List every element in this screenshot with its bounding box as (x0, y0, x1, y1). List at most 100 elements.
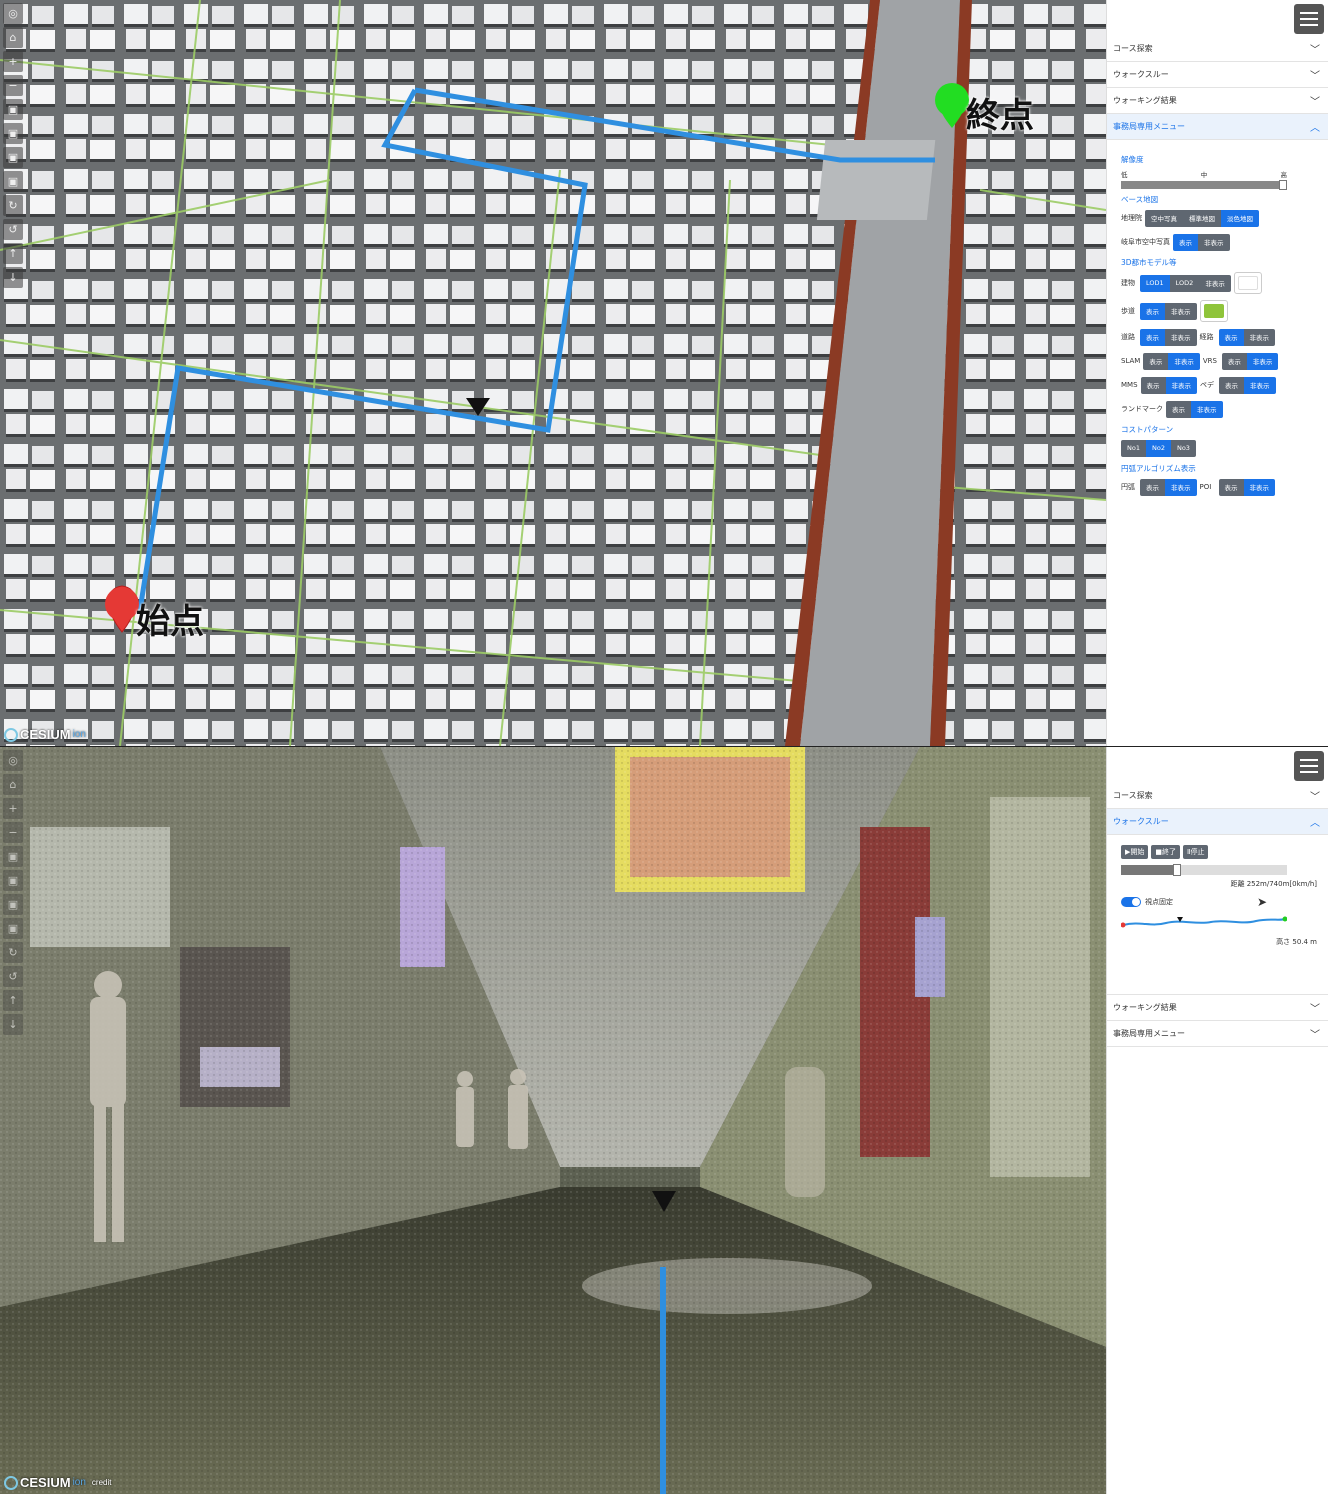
map-viewport[interactable]: 始点 終点 ◎ ⌂ + − ▣ ▣ ▣ ▣ ↻ ↺ ↑ ↓ CESIUM ion (0, 0, 1106, 746)
segment-option[interactable]: 表示 (1143, 352, 1169, 370)
home-icon[interactable]: ⌂ (3, 774, 23, 795)
walkway-color-picker[interactable] (1199, 300, 1228, 322)
accordion-walkthrough[interactable]: ウォークスルー ︿ (1107, 809, 1328, 835)
tilt-up-icon[interactable]: ↑ (3, 990, 23, 1011)
walk-pause-button[interactable]: Ⅱ停止 (1183, 845, 1209, 859)
segment-option[interactable]: 表示 (1140, 302, 1165, 320)
layer-icon[interactable]: ▣ (3, 147, 23, 168)
resolution-high: 高 (1280, 171, 1288, 179)
slider-handle[interactable] (1279, 180, 1287, 190)
walk-start-button[interactable]: ▶開始 (1121, 845, 1149, 859)
segment-option[interactable]: No1 (1121, 439, 1146, 457)
accordion-admin-menu[interactable]: 事務局専用メニュー ﹀ (1107, 1021, 1328, 1047)
gifu-photo-label: 岐阜市空中写真 (1121, 238, 1170, 246)
vrs-toggle[interactable]: 表示 非表示 (1221, 352, 1279, 370)
pointcloud-scene[interactable] (0, 747, 1106, 1494)
segment-option[interactable]: 表示 (1140, 478, 1165, 496)
segment-option[interactable]: 表示 (1221, 352, 1247, 370)
accordion-admin-menu[interactable]: 事務局専用メニュー ︿ (1107, 114, 1328, 140)
layer-icon[interactable]: ▣ (3, 171, 23, 192)
segment-option[interactable]: 表示 (1166, 400, 1191, 418)
progress-handle[interactable] (1173, 864, 1182, 876)
segment-option[interactable]: 非表示 (1165, 376, 1198, 394)
poi-toggle[interactable]: 表示 非表示 (1218, 478, 1275, 496)
segment-option[interactable]: LOD1 (1140, 274, 1170, 292)
segment-option[interactable]: 表示 (1140, 376, 1166, 394)
rotate-icon[interactable]: ↺ (3, 219, 23, 240)
segment-option[interactable]: 非表示 (1198, 233, 1230, 251)
rotate-icon[interactable]: ↺ (3, 966, 23, 987)
gifu-photo-toggle[interactable]: 表示 非表示 (1173, 233, 1230, 251)
segment-option[interactable]: 表示 (1218, 328, 1244, 346)
accordion-course-search[interactable]: コース探索 ﹀ (1107, 783, 1328, 809)
rotate-icon[interactable]: ↻ (3, 942, 23, 963)
segment-option[interactable]: 表示 (1218, 478, 1244, 496)
pede-toggle[interactable]: 表示 非表示 (1219, 376, 1276, 394)
segment-option[interactable]: 標準地図 (1183, 209, 1221, 227)
layer-icon[interactable]: ▣ (3, 99, 23, 120)
zoom-in-icon[interactable]: + (3, 798, 23, 819)
gsi-map-selector[interactable]: 空中写真 標準地図 淡色地図 (1145, 209, 1259, 227)
segment-option[interactable]: No3 (1170, 439, 1196, 457)
pointcloud-viewport[interactable]: ◎ ⌂ + − ▣ ▣ ▣ ▣ ↻ ↺ ↑ ↓ CESIUM ion credit (0, 747, 1106, 1494)
landmark-toggle[interactable]: 表示 非表示 (1166, 400, 1223, 418)
credit-link[interactable]: credit (92, 1478, 112, 1487)
hamburger-menu-icon[interactable] (1294, 4, 1324, 34)
segment-option[interactable]: 非表示 (1243, 478, 1275, 496)
building-lod-selector[interactable]: LOD1 LOD2 非表示 (1140, 274, 1231, 292)
segment-option[interactable]: 表示 (1173, 233, 1198, 251)
zoom-in-icon[interactable]: + (3, 51, 23, 72)
building-color-picker[interactable] (1233, 272, 1262, 294)
walkway-toggle[interactable]: 表示 非表示 (1140, 302, 1197, 320)
segment-option[interactable]: 非表示 (1243, 328, 1275, 346)
tilt-down-icon[interactable]: ↓ (3, 1014, 23, 1035)
segment-option[interactable]: 非表示 (1246, 352, 1279, 370)
segment-option[interactable]: 非表示 (1191, 400, 1223, 418)
layer-icon[interactable]: ▣ (3, 918, 23, 939)
segment-option[interactable]: 非表示 (1244, 376, 1276, 394)
home-icon[interactable]: ⌂ (3, 27, 23, 48)
accordion-course-search[interactable]: コース探索 ﹀ (1107, 36, 1328, 62)
layer-icon[interactable]: ▣ (3, 846, 23, 867)
hamburger-menu-icon[interactable] (1294, 751, 1324, 781)
compass-icon[interactable]: ◎ (3, 750, 23, 771)
accordion-label: 事務局専用メニュー (1113, 1029, 1185, 1038)
rotate-icon[interactable]: ↻ (3, 195, 23, 216)
logo-sub: ion (72, 729, 86, 740)
mms-toggle[interactable]: 表示 非表示 (1140, 376, 1198, 394)
resolution-scale: 低 中 高 (1121, 169, 1287, 179)
route-toggle[interactable]: 表示 非表示 (1218, 328, 1275, 346)
compass-icon[interactable]: ◎ (3, 3, 23, 24)
zoom-out-icon[interactable]: − (3, 822, 23, 843)
accordion-walkthrough[interactable]: ウォークスルー ﹀ (1107, 62, 1328, 88)
segment-option[interactable]: LOD2 (1169, 274, 1200, 292)
segment-option[interactable]: 非表示 (1199, 274, 1231, 292)
resolution-slider[interactable] (1121, 180, 1287, 190)
road-toggle[interactable]: 表示 非表示 (1140, 328, 1197, 346)
accordion-walking-result[interactable]: ウォーキング結果 ﹀ (1107, 88, 1328, 114)
layer-icon[interactable]: ▣ (3, 870, 23, 891)
walk-end-button[interactable]: ■終了 (1151, 845, 1181, 859)
arc-toggle[interactable]: 表示 非表示 (1140, 478, 1197, 496)
segment-option[interactable]: 淡色地図 (1221, 209, 1259, 227)
segment-option[interactable]: 非表示 (1165, 478, 1197, 496)
cost-pattern-selector[interactable]: No1 No2 No3 (1121, 439, 1196, 457)
zoom-out-icon[interactable]: − (3, 75, 23, 96)
tilt-down-icon[interactable]: ↓ (3, 267, 23, 288)
segment-option[interactable]: 非表示 (1165, 328, 1197, 346)
walk-progress-bar[interactable] (1121, 864, 1287, 876)
slam-toggle[interactable]: 表示 非表示 (1143, 352, 1200, 370)
cesium-globe-icon (4, 727, 18, 742)
segment-option[interactable]: No2 (1145, 439, 1171, 457)
layer-icon[interactable]: ▣ (3, 894, 23, 915)
fix-view-toggle[interactable] (1121, 897, 1141, 907)
layer-icon[interactable]: ▣ (3, 123, 23, 144)
segment-option[interactable]: 表示 (1219, 376, 1245, 394)
segment-option[interactable]: 空中写真 (1145, 209, 1183, 227)
segment-option[interactable]: 非表示 (1165, 302, 1197, 320)
slam-label: SLAM (1121, 357, 1141, 365)
segment-option[interactable]: 非表示 (1168, 352, 1200, 370)
segment-option[interactable]: 表示 (1140, 328, 1165, 346)
accordion-walking-result[interactable]: ウォーキング結果 ﹀ (1107, 995, 1328, 1021)
tilt-up-icon[interactable]: ↑ (3, 243, 23, 264)
